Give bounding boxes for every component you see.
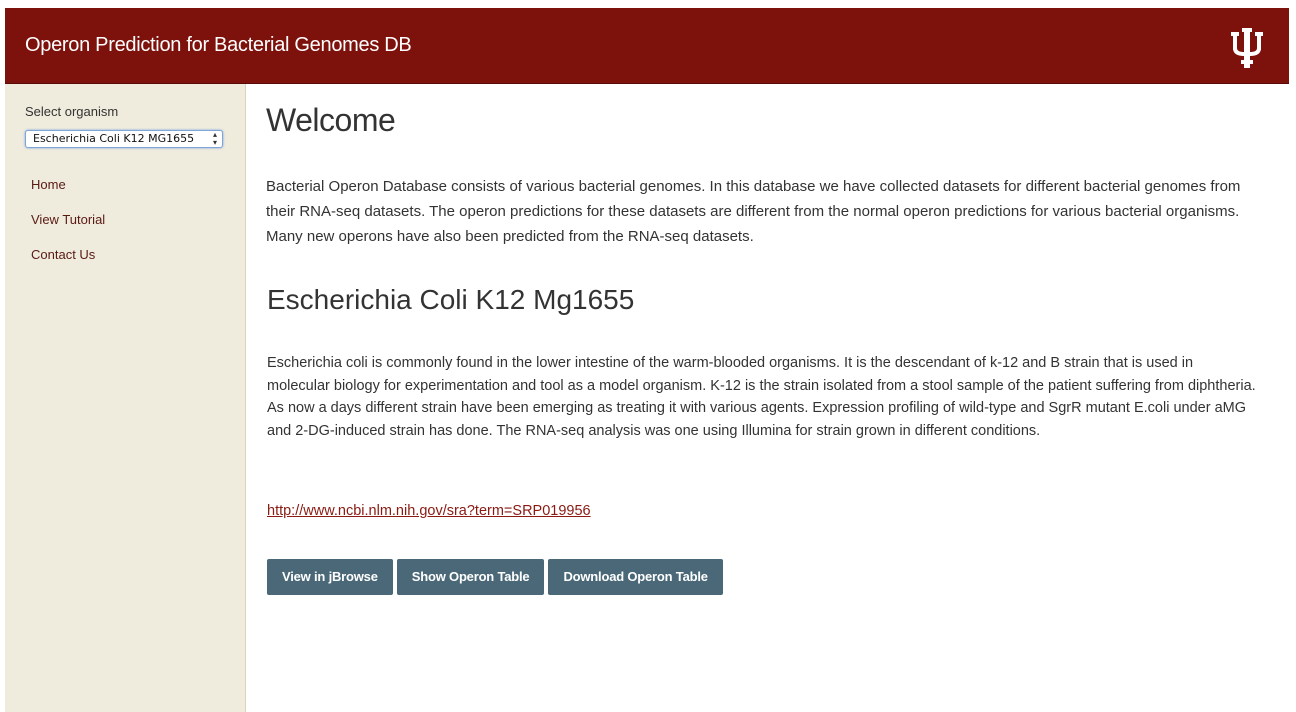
action-buttons: View in jBrowse Show Operon Table Downlo… bbox=[267, 559, 723, 595]
download-operon-table-button[interactable]: Download Operon Table bbox=[548, 559, 723, 595]
sidebar-nav: Home View Tutorial Contact Us bbox=[31, 177, 105, 282]
select-organism-label: Select organism bbox=[25, 104, 119, 119]
welcome-heading: Welcome bbox=[266, 102, 396, 138]
app-frame: Operon Prediction for Bacterial Genomes … bbox=[5, 8, 1289, 712]
show-operon-table-button[interactable]: Show Operon Table bbox=[396, 559, 545, 595]
intro-paragraph: Bacterial Operon Database consists of va… bbox=[266, 178, 1241, 245]
select-arrows-icon: ▴ ▾ bbox=[212, 130, 217, 147]
header-bar: Operon Prediction for Bacterial Genomes … bbox=[5, 8, 1289, 84]
organism-select[interactable]: Escherichia Coli K12 MG1655 ▴ ▾ bbox=[25, 130, 223, 148]
organism-description: Escherichia coli is commonly found in th… bbox=[267, 355, 1256, 439]
iu-trident-logo-icon[interactable] bbox=[1229, 28, 1265, 68]
sra-link[interactable]: http://www.ncbi.nlm.nih.gov/sra?term=SRP… bbox=[267, 503, 591, 519]
view-in-jbrowse-button[interactable]: View in jBrowse bbox=[267, 559, 393, 595]
organism-heading: Escherichia Coli K12 Mg1655 bbox=[267, 284, 635, 315]
organism-select-value: Escherichia Coli K12 MG1655 bbox=[33, 132, 195, 145]
sidebar: Select organism Escherichia Coli K12 MG1… bbox=[5, 84, 246, 712]
nav-view-tutorial[interactable]: View Tutorial bbox=[31, 212, 105, 227]
nav-contact-us[interactable]: Contact Us bbox=[31, 247, 105, 262]
site-title: Operon Prediction for Bacterial Genomes … bbox=[25, 34, 412, 56]
nav-home[interactable]: Home bbox=[31, 177, 105, 192]
